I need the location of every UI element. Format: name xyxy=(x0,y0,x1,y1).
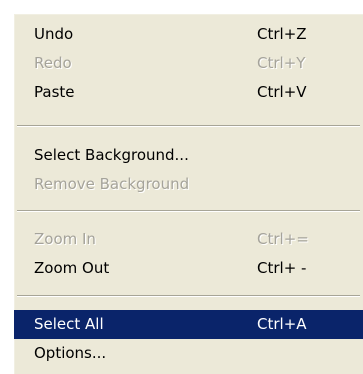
menu-item-redo: Redo Ctrl+Y xyxy=(14,49,363,78)
menu-separator xyxy=(17,295,360,297)
menu-item-shortcut: Ctrl+A xyxy=(257,315,307,333)
menu-item-options[interactable]: Options... xyxy=(14,339,363,368)
menu-item-zoom-out[interactable]: Zoom Out Ctrl+ - xyxy=(14,254,363,283)
menu-item-label: Undo xyxy=(34,25,74,43)
menu-item-shortcut: Ctrl+ - xyxy=(257,259,307,277)
menu-item-remove-background: Remove Background xyxy=(14,170,363,199)
menu-item-paste[interactable]: Paste Ctrl+V xyxy=(14,78,363,107)
menu-separator xyxy=(17,125,360,127)
menu-item-label: Select All xyxy=(34,315,104,333)
menu-item-shortcut: Ctrl+Z xyxy=(257,25,307,43)
menu-separator xyxy=(17,210,360,212)
menu-item-select-background[interactable]: Select Background... xyxy=(14,141,363,170)
menu-item-shortcut: Ctrl+V xyxy=(257,83,307,101)
menu-item-shortcut: Ctrl+Y xyxy=(257,54,306,72)
menu-item-shortcut: Ctrl+= xyxy=(257,230,309,248)
menu-item-label: Zoom In xyxy=(34,230,96,248)
menu-item-label: Options... xyxy=(34,344,107,362)
menu-item-label: Redo xyxy=(34,54,72,72)
menu-item-label: Select Background... xyxy=(34,146,189,164)
menu-item-label: Remove Background xyxy=(34,175,190,193)
context-menu: Undo Ctrl+Z Redo Ctrl+Y Paste Ctrl+V Sel… xyxy=(13,13,363,374)
menu-item-label: Paste xyxy=(34,83,75,101)
menu-item-select-all[interactable]: Select All Ctrl+A xyxy=(14,310,363,339)
menu-item-label: Zoom Out xyxy=(34,259,110,277)
menu-item-undo[interactable]: Undo Ctrl+Z xyxy=(14,20,363,49)
menu-item-zoom-in: Zoom In Ctrl+= xyxy=(14,225,363,254)
